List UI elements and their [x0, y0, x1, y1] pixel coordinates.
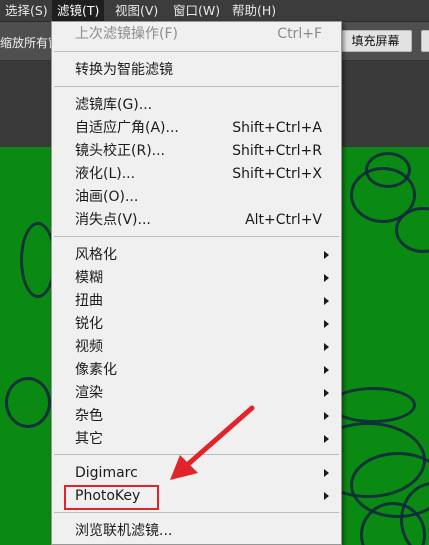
annotation-arrow-icon — [170, 405, 255, 480]
